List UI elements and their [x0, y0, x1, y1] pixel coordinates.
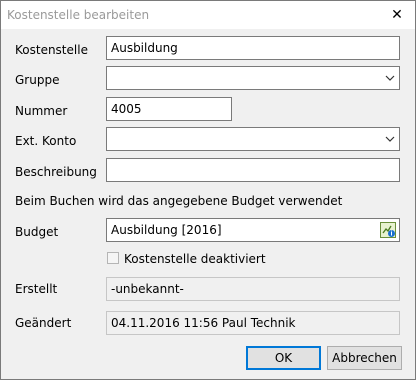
title-bar: Kostenstelle bearbeiten ✕ [1, 1, 415, 29]
ext-konto-label: Ext. Konto [15, 134, 77, 148]
dialog-window: Kostenstelle bearbeiten ✕ Kostenstelle A… [0, 0, 416, 380]
geaendert-label: Geändert [15, 316, 72, 330]
chevron-down-icon [385, 136, 395, 142]
beschreibung-input[interactable] [106, 158, 400, 182]
beschreibung-label: Beschreibung [15, 165, 97, 179]
chevron-down-icon [385, 75, 395, 81]
close-icon[interactable]: ✕ [389, 7, 405, 23]
kostenstelle-deaktiviert-checkbox[interactable] [107, 252, 119, 264]
ok-button[interactable]: OK [246, 346, 321, 370]
erstellt-value: -unbekannt- [106, 277, 400, 301]
ext-konto-select[interactable] [106, 127, 400, 151]
budget-label: Budget [15, 225, 59, 239]
kostenstelle-label: Kostenstelle [15, 43, 88, 57]
budget-field[interactable]: Ausbildung [2016] [106, 218, 400, 242]
erstellt-label: Erstellt [15, 282, 58, 296]
gruppe-select[interactable] [106, 66, 400, 90]
cancel-button[interactable]: Abbrechen [327, 346, 402, 370]
kostenstelle-input[interactable]: Ausbildung [106, 36, 400, 60]
budget-picker-icon[interactable] [380, 222, 396, 238]
nummer-label: Nummer [15, 104, 68, 118]
budget-hint: Beim Buchen wird das angegebene Budget v… [15, 194, 343, 208]
dialog-title: Kostenstelle bearbeiten [7, 8, 150, 22]
nummer-input[interactable]: 4005 [106, 97, 232, 121]
kostenstelle-deaktiviert-label[interactable]: Kostenstelle deaktiviert [124, 252, 266, 266]
gruppe-label: Gruppe [15, 73, 60, 87]
geaendert-value: 04.11.2016 11:56 Paul Technik [106, 311, 400, 335]
budget-value: Ausbildung [2016] [111, 223, 222, 237]
